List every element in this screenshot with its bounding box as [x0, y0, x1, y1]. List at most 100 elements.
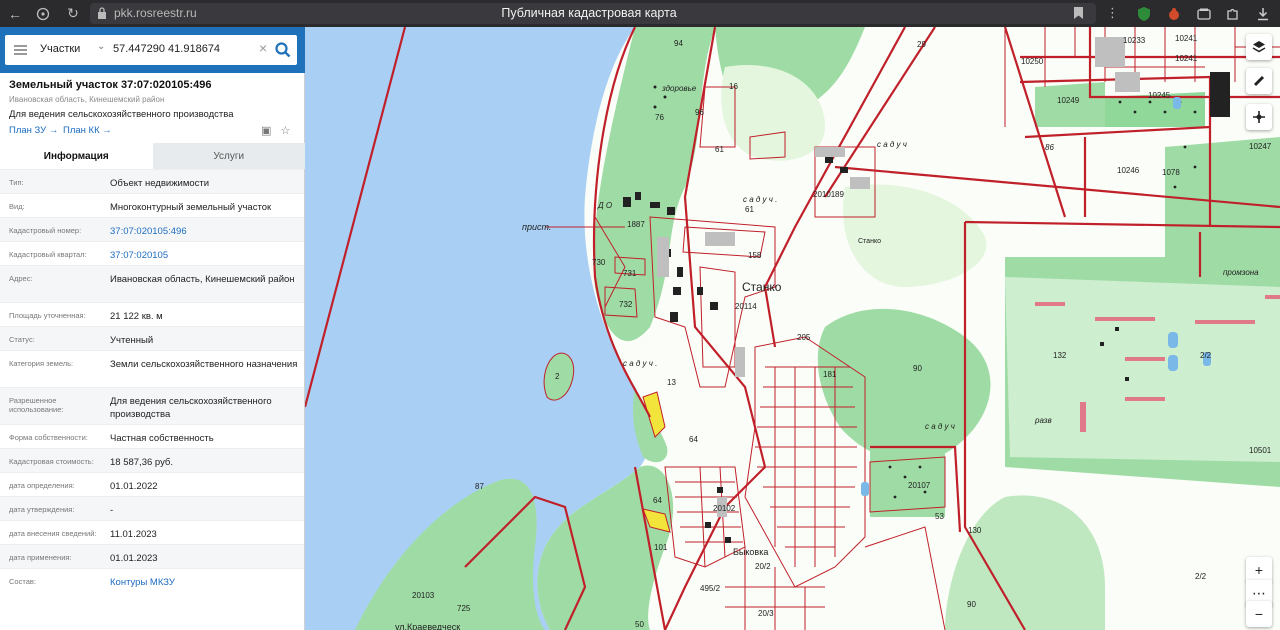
attribute-value: 21 122 кв. м — [110, 311, 163, 322]
attribute-label: Состав: — [9, 577, 36, 586]
attribute-label: дата применения: — [9, 553, 72, 562]
map-label: Д О — [597, 201, 612, 210]
attribute-label: Кадастровая стоимость: — [9, 457, 94, 466]
attribute-row: Категория земель: Земли сельскохозяйствен… — [0, 350, 304, 387]
search-input[interactable]: 57.447290 41.918674 — [113, 43, 220, 55]
info-sidebar: Участки ⌄ 57.447290 41.918674 × ‹ Земель… — [0, 27, 315, 630]
map-label: 20/2 — [755, 562, 771, 571]
attribute-label: Форма собственности: — [9, 433, 88, 442]
map-label: 495/2 — [700, 584, 721, 593]
attribute-row: Состав: Контуры МКЗУ — [0, 568, 304, 592]
map-label: 64 — [689, 435, 698, 444]
extension-puzzle-icon[interactable] — [1224, 5, 1242, 23]
layers-icon[interactable] — [1246, 34, 1272, 60]
map-label: 10247 — [1249, 142, 1272, 151]
attribute-value: Учтенный — [110, 335, 154, 346]
map-label: 10246 — [1117, 166, 1140, 175]
attribute-label: Разрешенное использование: — [9, 396, 64, 414]
attribute-label: Адрес: — [9, 274, 33, 283]
tab-info[interactable]: Информация — [0, 143, 153, 169]
map-label: 10249 — [1057, 96, 1080, 105]
locate-icon[interactable] — [1246, 104, 1272, 130]
menu-dots-icon[interactable]: ⋮ — [1106, 5, 1119, 21]
map-label: 20101 — [813, 190, 836, 199]
attribute-label: дата внесения сведений: — [9, 529, 97, 538]
map-label: 20/3 — [758, 609, 774, 618]
download-icon[interactable] — [1254, 5, 1272, 23]
page-title: Публичная кадастровая карта — [501, 6, 677, 20]
attribute-value-link[interactable]: 37:07:020105:496 — [110, 225, 300, 238]
attribute-label: дата утверждения: — [9, 505, 75, 514]
ruler-icon[interactable] — [1246, 68, 1272, 94]
map-label: с а д у ч — [925, 422, 955, 431]
plan-kk-link[interactable]: План КК → — [63, 125, 112, 136]
map-label: 50 — [635, 620, 644, 629]
map-label: 64 — [653, 496, 662, 505]
parcel-use: Для ведения сельскохозяйственного произв… — [9, 109, 234, 120]
forest-area — [1165, 137, 1280, 257]
map-label: 16 — [729, 82, 738, 91]
attribute-value: Объект недвижимости — [110, 178, 210, 189]
map-label: здоровье — [661, 84, 697, 93]
map-label: 101 — [654, 543, 668, 552]
parcel-title: Земельный участок 37:07:020105:496 — [9, 79, 212, 91]
attribute-value-link[interactable]: 37:07:020105 — [110, 249, 300, 262]
map-label: 158 — [748, 251, 762, 260]
map-label: 1887 — [627, 220, 645, 229]
tab-services[interactable]: Услуги — [152, 143, 305, 169]
browser-toolbar: ← ↻ pkk.rosreestr.ru Публичная кадастров… — [0, 0, 1280, 27]
map-label: 29 — [917, 40, 926, 49]
attribute-row: Статус: Учтенный — [0, 326, 304, 350]
info-tabs: Информация Услуги — [0, 143, 305, 169]
attribute-row: Форма собственности: Частная собственност… — [0, 424, 304, 448]
map-label: 20103 — [412, 591, 435, 600]
zoom-out-icon[interactable]: − — [1246, 601, 1272, 627]
attribute-row: дата применения: 01.01.2023 — [0, 544, 304, 568]
map-label: Станко — [858, 238, 881, 245]
attribute-row: Кадастровый номер: 37:07:020105:496 — [0, 217, 304, 241]
map-label: 130 — [968, 526, 982, 535]
bookmark-icon[interactable] — [1073, 6, 1084, 20]
plan-zu-link[interactable]: План ЗУ → — [9, 125, 58, 136]
attribute-value: Земли сельскохозяйственного назначения — [110, 359, 298, 370]
map-label: 90 — [913, 364, 922, 373]
attribute-value: 11.01.2023 — [110, 529, 157, 540]
map-label: 10245 — [1148, 91, 1171, 100]
clear-icon[interactable]: × — [259, 40, 267, 56]
extension-shield-icon[interactable] — [1135, 5, 1153, 23]
map-label: 87 — [475, 482, 484, 491]
map-label: 86 — [1045, 143, 1054, 152]
menu-icon[interactable] — [14, 45, 27, 55]
map-label: ул.Краеведческ — [395, 622, 460, 630]
map-view[interactable]: 94 96 76 61 61 16 здоровье Д О 1887 730 … — [305, 27, 1280, 630]
map-label: 13 — [667, 378, 676, 387]
map-label: 731 — [623, 269, 637, 278]
attribute-value: 18 587,36 руб. — [110, 457, 174, 468]
map-label: 1078 — [1162, 168, 1180, 177]
star-icon[interactable]: ☆ — [280, 125, 290, 137]
map-label: 725 — [457, 604, 471, 613]
map-label: прист. — [522, 222, 551, 232]
map-label: 2/2 — [1200, 351, 1212, 360]
cadastral-map[interactable]: 94 96 76 61 61 16 здоровье Д О 1887 730 … — [305, 27, 1280, 630]
map-label: с а д у ч . — [623, 359, 657, 368]
map-label: промзона — [1223, 268, 1259, 277]
map-label: 89 — [835, 190, 844, 199]
attribute-row: Кадастровая стоимость: 18 587,36 руб. — [0, 448, 304, 472]
attribute-row: Кадастровый квартал: 37:07:020105 — [0, 241, 304, 265]
search-category-select[interactable]: Участки — [40, 43, 80, 55]
attribute-value: 01.01.2023 — [110, 553, 158, 564]
map-label: 10501 — [1249, 446, 1272, 455]
search-icon[interactable] — [273, 40, 293, 60]
attribute-value-link[interactable]: Контуры МКЗУ — [110, 576, 300, 589]
map-label: 20107 — [908, 481, 931, 490]
chevron-down-icon[interactable]: ⌄ — [97, 41, 105, 52]
attribute-value: Для ведения сельскохозяйственного произв… — [110, 396, 272, 420]
zoom-to-object-icon[interactable]: ▣ — [261, 125, 271, 137]
map-label: Быковка — [733, 547, 768, 557]
map-label: разв — [1034, 416, 1052, 425]
attribute-row: Разрешенное использование: Для ведения се… — [0, 387, 304, 424]
extension-bug-icon[interactable] — [1165, 5, 1183, 23]
extension-card-icon[interactable] — [1195, 5, 1213, 23]
attribute-label: дата определения: — [9, 481, 75, 490]
